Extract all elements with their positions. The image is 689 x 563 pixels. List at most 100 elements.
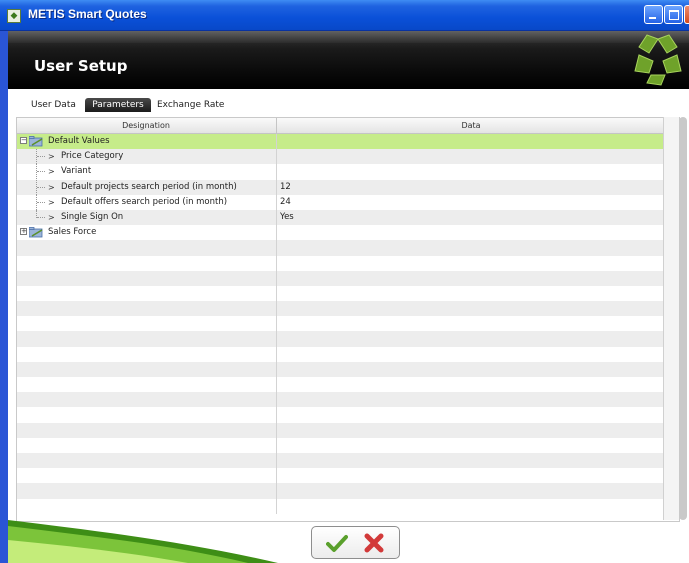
data-cell[interactable] [276, 270, 663, 286]
maximize-button[interactable] [664, 5, 683, 24]
collapse-icon[interactable]: − [20, 137, 27, 144]
data-cell[interactable] [276, 240, 663, 256]
table-row[interactable]: > Variant [17, 164, 676, 180]
vertical-scrollbar-track[interactable] [663, 117, 679, 520]
parameter-label: Default projects search period (in month… [61, 181, 237, 192]
group-row[interactable]: + Sales Force [17, 225, 665, 241]
data-cell[interactable] [276, 346, 663, 362]
data-cell[interactable] [276, 377, 663, 393]
designation-cell [17, 256, 275, 271]
window-title: METIS Smart Quotes [28, 7, 147, 21]
parameters-grid: Designation Data − Default Values > Price C… [16, 117, 680, 522]
tree-connector [37, 156, 45, 158]
table-row[interactable] [17, 240, 665, 256]
table-row[interactable] [17, 483, 665, 499]
data-cell[interactable] [276, 331, 663, 347]
designation-cell [17, 438, 275, 453]
table-row[interactable]: > Default projects search period (in mont… [17, 179, 676, 195]
close-button[interactable] [684, 5, 689, 24]
tab-parameters[interactable]: Parameters [85, 98, 151, 112]
header-top-strip [8, 31, 689, 43]
data-cell[interactable] [276, 422, 663, 438]
action-button-group [311, 526, 400, 559]
metis-logo-icon [634, 34, 682, 86]
designation-cell: > Variant [17, 164, 275, 180]
data-cell[interactable] [276, 164, 663, 180]
tree-connector [37, 201, 45, 203]
page-header: User Setup [8, 31, 689, 89]
designation-cell: > Single Sign On [17, 209, 275, 225]
table-row[interactable] [17, 361, 665, 377]
grid-rows: − Default Values > Price Category > Variant > D… [17, 134, 676, 514]
designation-cell: > Default offers search period (in month) [17, 194, 275, 210]
data-cell[interactable] [276, 407, 663, 423]
table-row[interactable] [17, 392, 665, 408]
data-cell[interactable]: 12 [276, 179, 663, 195]
tree-connector [37, 171, 45, 173]
table-row[interactable] [17, 452, 665, 469]
table-row[interactable] [17, 331, 665, 347]
data-cell[interactable] [276, 361, 663, 377]
data-cell[interactable] [276, 483, 663, 499]
data-cell[interactable] [276, 255, 663, 271]
table-row[interactable]: > Single Sign On Yes [17, 209, 676, 226]
table-row[interactable] [17, 377, 665, 393]
data-cell[interactable] [276, 498, 663, 514]
page-title: User Setup [34, 57, 128, 75]
data-cell[interactable] [276, 316, 663, 332]
table-row[interactable]: > Default offers search period (in month)… [17, 194, 676, 210]
check-icon[interactable] [326, 533, 348, 553]
expand-icon[interactable]: + [20, 228, 27, 236]
grid-header: Designation Data [17, 118, 665, 134]
table-row[interactable] [17, 422, 665, 438]
column-header-data[interactable]: Data [276, 118, 665, 133]
table-row[interactable] [17, 270, 665, 286]
data-cell[interactable] [276, 452, 663, 469]
tree-connector [37, 216, 45, 218]
parameter-label: Single Sign On [61, 211, 124, 222]
chevron-right-icon: > [48, 182, 55, 192]
table-row[interactable] [17, 285, 665, 302]
data-cell[interactable] [276, 468, 663, 484]
designation-cell [17, 301, 275, 316]
folder-icon [28, 227, 43, 238]
group-label: Default Values [48, 136, 110, 146]
data-cell[interactable] [276, 437, 663, 453]
designation-cell [17, 362, 275, 377]
designation-cell [17, 347, 275, 362]
table-row[interactable] [17, 316, 665, 332]
data-cell[interactable] [276, 134, 663, 150]
tab-user-data[interactable]: User Data [31, 98, 76, 112]
parameter-label: Variant [61, 166, 92, 177]
designation-cell [17, 240, 275, 255]
tab-exchange-rate[interactable]: Exchange Rate [157, 98, 224, 112]
decorative-swoosh [8, 520, 278, 563]
data-cell[interactable] [276, 301, 663, 317]
chevron-right-icon: > [48, 152, 55, 162]
table-row[interactable] [17, 468, 665, 484]
table-row[interactable] [17, 301, 665, 317]
group-row[interactable]: − Default Values [17, 134, 665, 150]
column-header-designation[interactable]: Designation [17, 118, 275, 133]
table-row[interactable] [17, 255, 665, 271]
data-cell[interactable] [276, 392, 663, 408]
data-cell[interactable]: Yes [276, 209, 663, 226]
vertical-scrollbar-thumb[interactable] [679, 117, 687, 520]
parameter-label: Default offers search period (in month) [61, 196, 228, 207]
designation-cell [17, 483, 275, 498]
minimize-button[interactable] [644, 5, 663, 24]
data-cell[interactable] [276, 285, 663, 302]
data-cell[interactable] [276, 149, 663, 165]
data-cell[interactable]: 24 [276, 194, 663, 210]
table-row[interactable] [17, 407, 665, 423]
designation-cell [17, 286, 275, 301]
tree-connector [37, 186, 45, 188]
group-label: Sales Force [48, 227, 97, 238]
chevron-right-icon: > [48, 167, 55, 177]
cross-icon[interactable] [363, 532, 385, 554]
table-row[interactable] [17, 437, 665, 453]
table-row[interactable]: > Price Category [17, 149, 676, 165]
table-row[interactable] [17, 346, 665, 362]
designation-cell: + Sales Force [17, 225, 275, 240]
data-cell[interactable] [276, 225, 663, 241]
